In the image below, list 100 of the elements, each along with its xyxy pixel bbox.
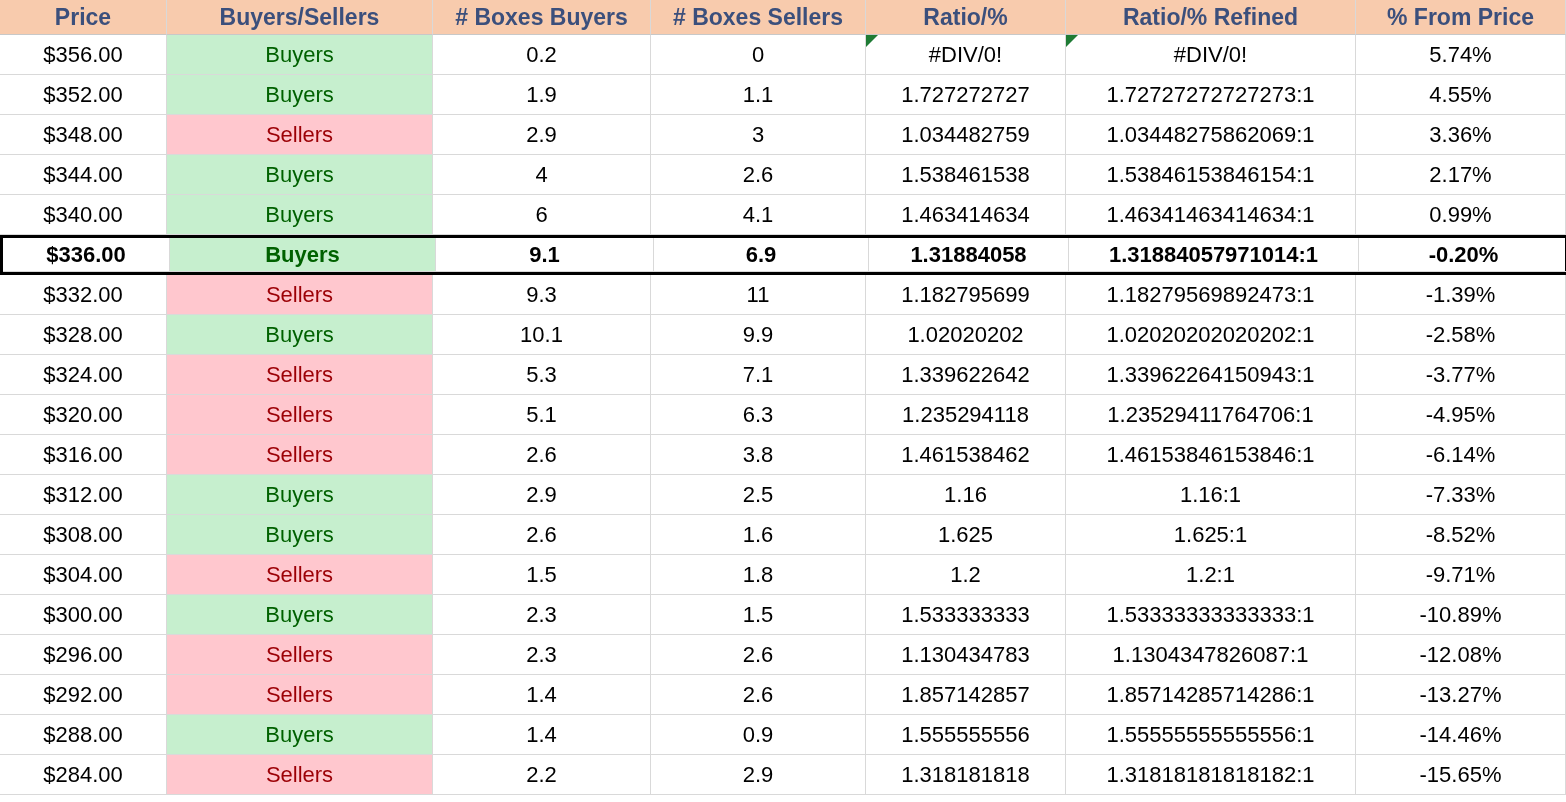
table-cell: 5.74%: [1356, 35, 1566, 75]
table-cell: 7.1: [651, 355, 866, 395]
table-cell: 2.2: [433, 755, 651, 795]
table-cell: 9.3: [433, 275, 651, 315]
table-cell: Buyers: [167, 315, 433, 355]
table-cell: -9.71%: [1356, 555, 1566, 595]
table-cell: 2.9: [433, 475, 651, 515]
table-cell: 6: [433, 195, 651, 235]
table-cell: Buyers: [167, 195, 433, 235]
table-cell: 2.9: [651, 755, 866, 795]
table-cell: 1.318181818: [866, 755, 1066, 795]
table-cell: 1.5: [433, 555, 651, 595]
table-cell: 2.9: [433, 115, 651, 155]
table-cell: 0.9: [651, 715, 866, 755]
table-cell: 1.16: [866, 475, 1066, 515]
table-cell: 1.02020202: [866, 315, 1066, 355]
table-cell: 2.6: [433, 435, 651, 475]
table-cell: -3.77%: [1356, 355, 1566, 395]
table-cell: Buyers: [167, 515, 433, 555]
table-cell: -14.46%: [1356, 715, 1566, 755]
table-cell: -12.08%: [1356, 635, 1566, 675]
table-cell: 0: [651, 35, 866, 75]
table-cell: 1.33962264150943:1: [1066, 355, 1356, 395]
table-cell: 6.9: [654, 238, 869, 272]
table-cell: 1.533333333: [866, 595, 1066, 635]
table-cell: 2.6: [651, 675, 866, 715]
table-cell: Buyers: [167, 475, 433, 515]
column-header: Ratio/% Refined: [1066, 0, 1356, 35]
table-cell: Sellers: [167, 435, 433, 475]
table-cell: 1.625:1: [1066, 515, 1356, 555]
table-cell: 4.55%: [1356, 75, 1566, 115]
table-cell: 2.3: [433, 635, 651, 675]
table-cell: 2.6: [651, 155, 866, 195]
table-cell: Sellers: [167, 555, 433, 595]
table-cell: 1.72727272727273:1: [1066, 75, 1356, 115]
table-cell: 9.1: [436, 238, 654, 272]
table-cell: -2.58%: [1356, 315, 1566, 355]
table-cell: #DIV/0!: [866, 35, 1066, 75]
table-cell: 1.31818181818182:1: [1066, 755, 1356, 795]
table-cell: #DIV/0!: [1066, 35, 1356, 75]
table-cell: 11: [651, 275, 866, 315]
table-cell: 1.555555556: [866, 715, 1066, 755]
table-cell: Sellers: [167, 635, 433, 675]
table-cell: 1.18279569892473:1: [1066, 275, 1356, 315]
table-cell: 2.5: [651, 475, 866, 515]
table-cell: 1.4: [433, 715, 651, 755]
table-cell: Sellers: [167, 395, 433, 435]
table-cell: Sellers: [167, 115, 433, 155]
table-cell: 1.03448275862069:1: [1066, 115, 1356, 155]
table-cell: Buyers: [167, 75, 433, 115]
table-cell: 9.9: [651, 315, 866, 355]
table-cell: -7.33%: [1356, 475, 1566, 515]
table-cell: -6.14%: [1356, 435, 1566, 475]
table-cell: 2.3: [433, 595, 651, 635]
table-cell: 1.727272727: [866, 75, 1066, 115]
column-header: # Boxes Sellers: [651, 0, 866, 35]
table-cell: 1.182795699: [866, 275, 1066, 315]
table-cell: 4: [433, 155, 651, 195]
table-cell: 1.339622642: [866, 355, 1066, 395]
table-cell: 5.1: [433, 395, 651, 435]
table-cell: 1.02020202020202:1: [1066, 315, 1356, 355]
table-cell: -0.20%: [1359, 238, 1566, 272]
table-cell: -13.27%: [1356, 675, 1566, 715]
table-cell: -1.39%: [1356, 275, 1566, 315]
table-cell: 1.538461538: [866, 155, 1066, 195]
table-cell: 1.31884058: [869, 238, 1069, 272]
table-cell: 1.23529411764706:1: [1066, 395, 1356, 435]
table-cell: 1.1304347826087:1: [1066, 635, 1356, 675]
table-cell: -4.95%: [1356, 395, 1566, 435]
table-cell: 3: [651, 115, 866, 155]
table-cell: 1.235294118: [866, 395, 1066, 435]
table-cell: 1.1: [651, 75, 866, 115]
table-cell: Buyers: [167, 155, 433, 195]
table-cell: 2.17%: [1356, 155, 1566, 195]
table-cell: 1.625: [866, 515, 1066, 555]
table-cell: 1.6: [651, 515, 866, 555]
table-cell: 1.9: [433, 75, 651, 115]
table-cell: Sellers: [167, 275, 433, 315]
table-cell: 1.53333333333333:1: [1066, 595, 1356, 635]
column-header: Ratio/%: [866, 0, 1066, 35]
table-cell: -15.65%: [1356, 755, 1566, 795]
table-cell: 1.55555555555556:1: [1066, 715, 1356, 755]
table-cell: 1.034482759: [866, 115, 1066, 155]
table-cell: 0.99%: [1356, 195, 1566, 235]
table-cell: 1.5: [651, 595, 866, 635]
table-cell: Buyers: [167, 595, 433, 635]
table-cell: 1.8: [651, 555, 866, 595]
table-cell: 2.6: [433, 515, 651, 555]
table-cell: 0.2: [433, 35, 651, 75]
table-cell: 5.3: [433, 355, 651, 395]
table-cell: Sellers: [167, 755, 433, 795]
table-cell: 10.1: [433, 315, 651, 355]
table-cell: 1.46341463414634:1: [1066, 195, 1356, 235]
table-cell: -8.52%: [1356, 515, 1566, 555]
table-cell: Sellers: [167, 355, 433, 395]
table-cell: 1.85714285714286:1: [1066, 675, 1356, 715]
table-cell: 1.53846153846154:1: [1066, 155, 1356, 195]
column-header: Price: [0, 0, 167, 35]
table-cell: 1.857142857: [866, 675, 1066, 715]
table-cell: 4.1: [651, 195, 866, 235]
